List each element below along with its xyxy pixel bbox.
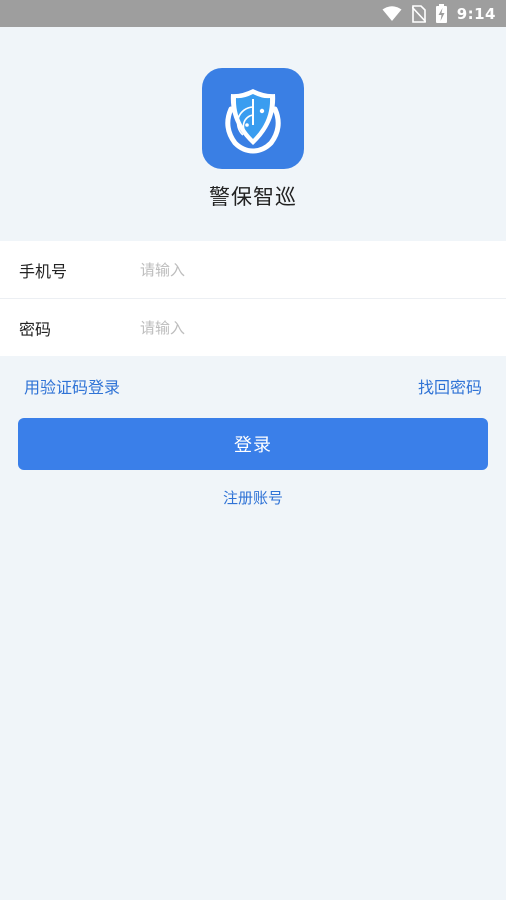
forgot-password-link[interactable]: 找回密码 — [418, 374, 482, 398]
app-logo — [202, 68, 304, 169]
login-form: 手机号 密码 — [0, 241, 506, 356]
status-time: 9:14 — [456, 4, 496, 23]
sms-login-link[interactable]: 用验证码登录 — [24, 374, 120, 398]
phone-label: 手机号 — [19, 261, 68, 281]
password-input[interactable] — [140, 307, 480, 348]
app-name: 警保智巡 — [209, 185, 297, 209]
register-row: 注册账号 — [0, 487, 506, 508]
login-button[interactable]: 登录 — [18, 418, 488, 470]
password-row: 密码 — [0, 298, 506, 356]
no-sim-icon — [411, 4, 426, 23]
police-radar-shield-icon — [225, 88, 281, 154]
password-label: 密码 — [19, 319, 52, 339]
phone-row: 手机号 — [0, 241, 506, 298]
status-bar: 9:14 — [0, 0, 506, 27]
phone-input[interactable] — [140, 249, 480, 290]
wifi-icon — [382, 5, 402, 21]
battery-charging-icon — [435, 4, 447, 23]
register-link[interactable]: 注册账号 — [223, 489, 283, 507]
